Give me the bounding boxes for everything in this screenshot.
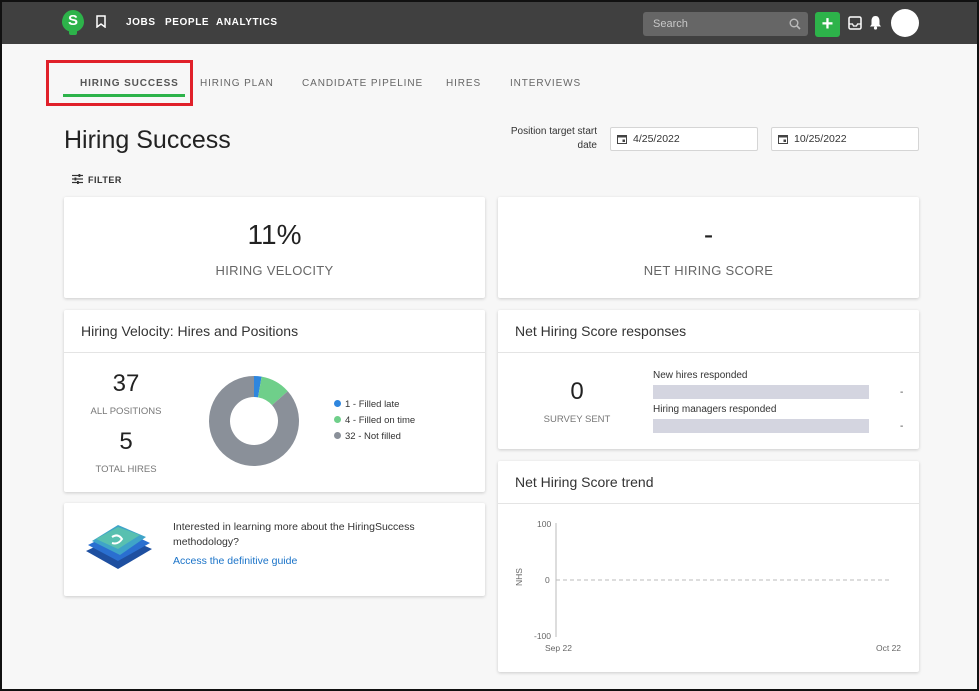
legend-dot <box>334 400 341 407</box>
net-hiring-score-value: - <box>703 219 714 250</box>
hiring-velocity-label: HIRING VELOCITY <box>215 263 334 278</box>
all-positions-label: ALL POSITIONS <box>90 406 162 417</box>
card-title: Hiring Velocity: Hires and Positions <box>81 323 299 339</box>
y-tick-100: 100 <box>537 519 552 529</box>
positions-donut-chart <box>208 376 299 466</box>
y-tick-0: 0 <box>545 575 550 585</box>
hiring-managers-responded-label: Hiring managers responded <box>653 404 777 415</box>
page-title: Hiring Success <box>64 126 231 154</box>
hiring-velocity-kpi-card: 11% HIRING VELOCITY <box>64 197 485 298</box>
top-navigation-bar: S JOBS PEOPLE ANALYTICS + <box>2 2 977 44</box>
tab-hires[interactable]: HIRES <box>446 78 481 89</box>
divider <box>64 352 485 353</box>
inbox-icon[interactable] <box>848 16 862 30</box>
definitive-guide-link[interactable]: Access the definitive guide <box>173 555 297 567</box>
start-date-value: 4/25/2022 <box>633 133 680 145</box>
new-hires-responded-value: - <box>900 387 904 398</box>
net-hiring-score-kpi-card: - NET HIRING SCORE <box>498 197 919 298</box>
highlight-annotation-box <box>46 60 193 106</box>
y-tick-minus-100: -100 <box>534 631 552 641</box>
all-positions-value: 37 <box>112 370 140 397</box>
x-tick-oct-22: Oct 22 <box>876 643 902 653</box>
end-date-value: 10/25/2022 <box>794 133 847 145</box>
total-hires-label: TOTAL HIRES <box>95 464 157 475</box>
nav-jobs[interactable]: JOBS <box>126 17 156 28</box>
legend-dot <box>334 432 341 439</box>
filter-button[interactable]: FILTER <box>88 175 122 185</box>
hiring-velocity-value: 11% <box>247 219 302 250</box>
bell-icon[interactable] <box>869 15 882 30</box>
new-hires-responded-bar <box>653 385 869 399</box>
guide-promo-card: Interested in learning more about the Hi… <box>64 503 485 596</box>
guide-description: Interested in learning more about the Hi… <box>173 521 415 548</box>
start-date-input[interactable]: 4/25/2022 <box>610 127 758 151</box>
total-hires-value: 5 <box>119 428 133 455</box>
book-illustration <box>86 525 152 569</box>
new-hires-responded-label: New hires responded <box>653 370 748 381</box>
calendar-icon <box>617 135 627 144</box>
survey-sent-value: 0 <box>570 378 584 405</box>
filter-icon[interactable] <box>72 174 83 184</box>
search-input[interactable] <box>643 12 808 36</box>
date-range-label: Position target start date <box>510 126 597 151</box>
nhs-trend-plot <box>555 523 889 637</box>
add-button[interactable]: + <box>815 12 840 37</box>
legend-filled-late: 1 - Filled late <box>334 399 399 410</box>
y-axis-label: NHS <box>514 568 524 586</box>
tab-candidate-pipeline[interactable]: CANDIDATE PIPELINE <box>302 78 423 89</box>
nhs-trend-card: Net Hiring Score trend 100 0 -100 NHS Se… <box>498 461 919 672</box>
survey-sent-label: SURVEY SENT <box>543 414 611 425</box>
bookmark-icon[interactable] <box>96 15 106 28</box>
divider <box>498 352 919 353</box>
hiring-managers-responded-value: - <box>900 421 904 432</box>
net-hiring-score-label: NET HIRING SCORE <box>643 263 774 278</box>
legend-dot <box>334 416 341 423</box>
tab-hiring-plan[interactable]: HIRING PLAN <box>200 78 274 89</box>
calendar-icon <box>778 135 788 144</box>
card-title: Net Hiring Score trend <box>515 474 654 490</box>
legend-filled-on-time: 4 - Filled on time <box>334 415 415 426</box>
nhs-responses-card: Net Hiring Score responses 0 SURVEY SENT… <box>498 310 919 449</box>
end-date-input[interactable]: 10/25/2022 <box>771 127 919 151</box>
logo-stem <box>69 30 77 35</box>
divider <box>498 503 919 504</box>
nav-people[interactable]: PEOPLE <box>165 17 209 28</box>
hiring-velocity-card: Hiring Velocity: Hires and Positions 37 … <box>64 310 485 492</box>
search-icon[interactable] <box>789 18 801 30</box>
x-tick-sep-22: Sep 22 <box>545 643 572 653</box>
hiring-managers-responded-bar <box>653 419 869 433</box>
app-frame: S JOBS PEOPLE ANALYTICS + HIRING SUCCESS… <box>0 0 979 691</box>
tab-interviews[interactable]: INTERVIEWS <box>510 78 581 89</box>
nav-analytics[interactable]: ANALYTICS <box>216 17 278 28</box>
card-title: Net Hiring Score responses <box>515 323 687 339</box>
app-logo[interactable]: S <box>62 10 84 32</box>
legend-not-filled: 32 - Not filled <box>334 431 401 442</box>
user-avatar[interactable] <box>891 9 919 37</box>
